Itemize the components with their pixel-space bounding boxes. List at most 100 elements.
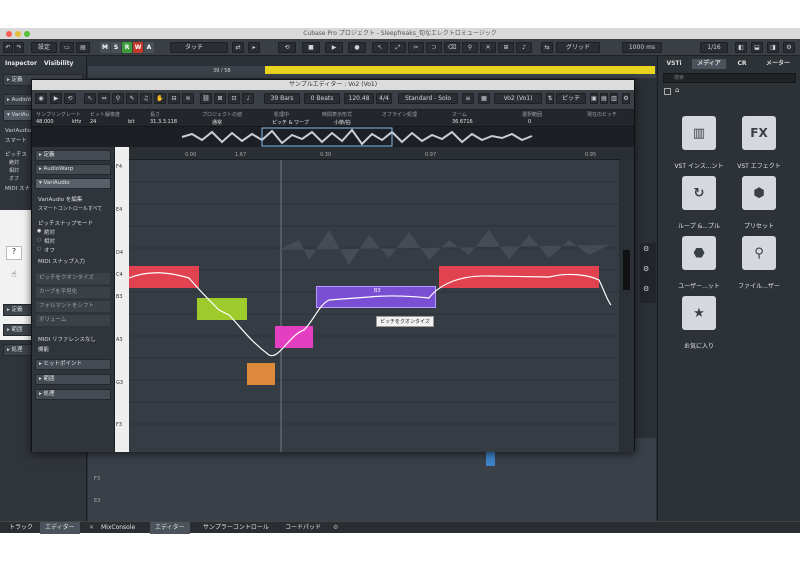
zoom-icon[interactable]: ⚲	[462, 42, 478, 53]
section-hitpoints[interactable]: ▸ ヒットポイント	[35, 359, 111, 370]
cycle-loop-icon[interactable]: ⟲	[64, 93, 76, 104]
preset-dropdown[interactable]: 設定	[31, 42, 57, 53]
star-icon[interactable]: ★	[682, 296, 716, 330]
pitch-segment[interactable]	[129, 266, 199, 288]
section-process[interactable]: ▸ 処理	[35, 389, 111, 400]
select-tool-icon[interactable]: ↖	[84, 93, 96, 104]
tab-mixconsole[interactable]: MixConsole	[96, 522, 140, 534]
tab-media[interactable]: メディア	[692, 59, 726, 69]
zoom-window-icon[interactable]	[24, 31, 30, 37]
signature-field[interactable]: 4/4	[376, 93, 392, 104]
layout-right-icon[interactable]: ◨	[767, 42, 779, 53]
select-checkbox[interactable]	[664, 88, 671, 95]
hitpoint-icon[interactable]: ⊠	[214, 93, 226, 104]
grid-type-dropdown[interactable]: グリッド	[556, 42, 600, 53]
vertical-scrollbar[interactable]	[619, 160, 634, 452]
read-button[interactable]: R	[122, 42, 132, 53]
tab-editor[interactable]: エディター	[40, 522, 80, 534]
view-icon-1[interactable]: ▣	[590, 93, 598, 104]
radio-icon-2[interactable]: ○	[37, 246, 41, 252]
snap-option-absolute[interactable]: 絶対	[44, 228, 55, 236]
help-icon[interactable]: ?	[6, 246, 22, 260]
audition-icon[interactable]: ♪	[516, 42, 532, 53]
section-range[interactable]: ▸ 範囲	[35, 374, 111, 385]
cycle-icon[interactable]: ⟲	[278, 42, 296, 53]
zoom-tool-icon[interactable]: ⚲	[112, 93, 124, 104]
user-preset-icon[interactable]: ⬣	[682, 236, 716, 270]
midi-snap-input[interactable]: MIDI スナップ入力	[38, 257, 85, 265]
file-browser-icon[interactable]: ⚲	[742, 236, 776, 270]
tab-chord-pads[interactable]: コードパッド	[280, 522, 326, 534]
scroll-thumb[interactable]	[623, 250, 630, 290]
hexagon-icon[interactable]: ⬢	[742, 176, 776, 210]
quantize-pitch-button[interactable]: ピッチをクオンタイズ	[36, 273, 110, 284]
flatten-curve-button[interactable]: カーブを平坦化	[36, 287, 110, 298]
edit-variaudio-button[interactable]: VariAudio を編集	[38, 195, 82, 203]
range-tool-icon[interactable]: ⇔	[98, 93, 110, 104]
object-select-icon[interactable]: ↖	[372, 42, 388, 53]
radio-icon[interactable]: ○	[37, 237, 41, 243]
layout-bottom-icon[interactable]: ⬓	[751, 42, 763, 53]
tempo-icon[interactable]: ♩	[242, 93, 254, 104]
inspector-section-definition-2[interactable]: ▸ 定義	[3, 304, 33, 316]
mute-tool-icon[interactable]: ✕	[480, 42, 496, 53]
tab-inspector[interactable]: Inspector	[5, 59, 37, 69]
close-window-icon[interactable]	[6, 31, 12, 37]
punch-icon[interactable]: ▸	[248, 42, 260, 53]
glue-icon[interactable]: ⊃	[426, 42, 442, 53]
inspector-section-range[interactable]: ▸ 範囲	[3, 324, 33, 336]
piano-keyboard[interactable]: F4 E4 D4 C4 B3 A3 G3 F3	[115, 147, 129, 452]
settings-icon[interactable]: ⚙	[783, 42, 795, 53]
tab-vsti[interactable]: VSTi	[662, 59, 686, 69]
arrow-icon[interactable]: ⇄	[232, 42, 244, 53]
waveform-icon[interactable]: ≋	[182, 93, 194, 104]
view-icon-3[interactable]: ▥	[610, 93, 618, 104]
radio-selected-icon[interactable]: ◉	[37, 228, 41, 234]
settings-icon[interactable]: ⚙	[622, 93, 630, 104]
smart-control-label[interactable]: スマートコントロールすべて	[38, 205, 102, 212]
piano-icon[interactable]: ▥	[682, 116, 716, 150]
redo-icon[interactable]: ↷	[14, 42, 24, 53]
pitch-segment[interactable]	[275, 326, 313, 348]
home-icon[interactable]: ⌂	[675, 86, 679, 94]
bars-field[interactable]: 39 Bars	[264, 93, 300, 104]
gear-icon-2[interactable]: ⚙	[643, 265, 649, 273]
track-dropdown[interactable]: Vo2 (Vo1)	[494, 93, 542, 104]
grid-icon[interactable]: ▦	[478, 93, 490, 104]
write-button[interactable]: W	[133, 42, 143, 53]
loop-icon[interactable]: ↻	[682, 176, 716, 210]
snap-option-relative[interactable]: 相対	[44, 237, 55, 245]
hand-tool-icon[interactable]: ✋	[154, 93, 166, 104]
record-icon[interactable]: ●	[348, 42, 366, 53]
automation-button[interactable]: A	[144, 42, 154, 53]
gear-icon[interactable]: ⚙	[643, 245, 649, 253]
pitch-segment[interactable]	[247, 363, 275, 385]
mute-button[interactable]: M	[100, 42, 110, 53]
selected-pitch-segment[interactable]: B3	[316, 286, 436, 308]
warp-icon[interactable]: ⊡	[228, 93, 240, 104]
tempo-field[interactable]: 120.48	[344, 93, 374, 104]
erase-icon[interactable]: ⌫	[444, 42, 460, 53]
media-search-input[interactable]	[663, 73, 796, 83]
settings-icon[interactable]: ⚙	[328, 522, 343, 534]
time-warp-icon[interactable]: ⊞	[498, 42, 514, 53]
sample-editor-ruler[interactable]: 0.00 1.67 0.30 0.97 0.95	[115, 147, 620, 160]
minimize-window-icon[interactable]	[15, 31, 21, 37]
gear-icon-3[interactable]: ⚙	[643, 285, 649, 293]
section-audiowarp[interactable]: ▸ AudioWarp	[35, 164, 111, 175]
tab-sampler-control[interactable]: サンプラーコントロール	[198, 522, 274, 534]
tab-visibility[interactable]: Visibility	[44, 59, 73, 69]
snap-icon[interactable]: ⇆	[541, 42, 553, 53]
tab-meter[interactable]: メーター	[760, 59, 796, 69]
tab-track[interactable]: トラック	[4, 522, 38, 534]
section-variaudio[interactable]: ▾ VariAudio	[35, 178, 111, 189]
view-icon-2[interactable]: ▤	[600, 93, 608, 104]
scrub-icon[interactable]: ♫	[140, 93, 152, 104]
pitch-icon[interactable]: ⇅	[546, 93, 554, 104]
midi-note[interactable]	[486, 450, 495, 466]
pitch-editor-canvas[interactable]: B3 ピッチをクオンタイズ	[129, 160, 619, 452]
preset-dropdown[interactable]: Standard - Solo	[398, 93, 458, 104]
stop-icon[interactable]: ■	[302, 42, 320, 53]
link-icon[interactable]: ⛓	[200, 93, 212, 104]
fx-icon[interactable]: FX	[742, 116, 776, 150]
